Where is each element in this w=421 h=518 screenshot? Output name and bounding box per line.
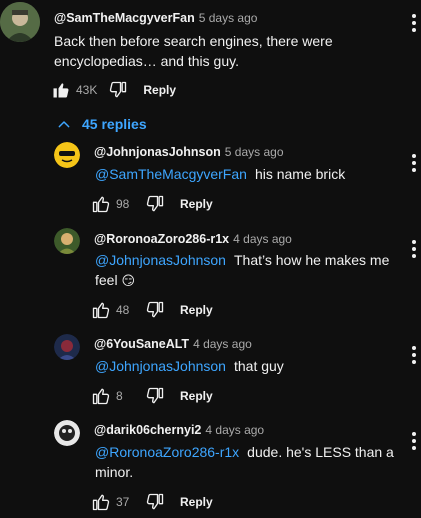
timestamp[interactable]: 4 days ago [193,337,252,351]
reply-button[interactable]: Reply [180,197,213,211]
author-line: @darik06chernyi2 4 days ago [94,423,264,437]
dislike-button[interactable] [144,385,166,407]
avatar[interactable] [54,228,80,254]
dislike-button[interactable] [144,491,166,513]
reply-button[interactable]: Reply [180,495,213,509]
author-name[interactable]: @SamTheMacgyverFan [54,11,195,25]
comment-text: Back then before search engines, there w… [54,33,333,69]
more-actions-icon[interactable] [409,238,419,260]
author-line: @RoronoaZoro286-r1x 4 days ago [94,232,292,246]
thumb-down-icon [146,387,164,404]
smirk-emoji: 😏 [121,273,136,288]
thumb-up-icon [92,196,110,213]
like-button[interactable] [90,385,112,407]
like-count: 37 [116,495,130,509]
more-actions-icon[interactable] [409,430,419,452]
avatar[interactable] [54,420,80,446]
author-name[interactable]: @RoronoaZoro286-r1x [94,232,229,246]
author-name[interactable]: @6YouSaneALT [94,337,189,351]
reply-comment: @6YouSaneALT 4 days ago @JohnjonasJohnson… [0,330,421,416]
comment-text: @SamTheMacgyverFan his name brick [95,164,395,184]
like-count: 48 [116,303,130,317]
reply-button[interactable]: Reply [143,83,176,97]
thumb-up-icon [92,388,110,405]
mention-link[interactable]: @JohnjonasJohnson [95,252,226,268]
thumb-down-icon [146,493,164,510]
reply-button[interactable]: Reply [180,389,213,403]
thumb-up-filled-icon [53,83,69,98]
like-count: 8 [116,389,123,403]
author-line: @JohnjonasJohnson 5 days ago [94,145,284,159]
thumb-down-icon [146,301,164,318]
more-actions-icon[interactable] [409,152,419,174]
top-comment: @SamTheMacgyverFan 5 days ago Back then b… [0,0,421,110]
thumb-up-icon [92,302,110,319]
avatar[interactable] [54,334,80,360]
replies-count-label: 45 replies [82,116,147,132]
author-line: @SamTheMacgyverFan 5 days ago [54,11,257,25]
like-count: 98 [116,197,130,211]
thumb-down-icon [146,195,164,212]
avatar[interactable] [0,2,40,42]
mention-link[interactable]: @JohnjonasJohnson [95,358,226,374]
dislike-button[interactable] [107,79,129,101]
timestamp[interactable]: 4 days ago [205,423,264,437]
reply-text: his name brick [254,166,346,182]
reply-button[interactable]: Reply [180,303,213,317]
timestamp[interactable]: 5 days ago [199,11,258,25]
like-count: 43K [76,83,98,97]
comment-text: @RoronoaZoro286-r1x dude. he's LESS than … [95,442,400,482]
avatar[interactable] [54,142,80,168]
chevron-up-icon [58,121,70,128]
reply-text: that guy [233,358,284,374]
more-actions-icon[interactable] [409,12,419,34]
like-button[interactable] [90,299,112,321]
comment-actions: 48 Reply [90,298,213,322]
reply-comment: @RoronoaZoro286-r1x 4 days ago @Johnjonas… [0,224,421,330]
comment-text: @JohnjonasJohnson that guy [95,356,395,376]
reply-comment: @JohnjonasJohnson 5 days ago @SamTheMacgy… [0,138,421,224]
comment-text: @JohnjonasJohnson That’s how he makes me … [95,250,400,291]
comment-actions: 37 Reply [90,490,213,514]
reply-comment: @darik06chernyi2 4 days ago @RoronoaZoro2… [0,416,421,518]
dislike-button[interactable] [144,193,166,215]
dislike-button[interactable] [144,299,166,321]
author-name[interactable]: @darik06chernyi2 [94,423,201,437]
mention-link[interactable]: @SamTheMacgyverFan [95,166,247,182]
more-actions-icon[interactable] [409,344,419,366]
timestamp[interactable]: 4 days ago [233,232,292,246]
thumb-down-icon [110,81,127,98]
author-line: @6YouSaneALT 4 days ago [94,337,252,351]
comment-actions: 43K Reply [50,78,176,102]
comment-actions: 98 Reply [90,192,213,216]
author-name[interactable]: @JohnjonasJohnson [94,145,221,159]
thumb-up-icon [92,494,110,511]
like-button[interactable] [50,79,72,101]
like-button[interactable] [90,193,112,215]
comment-actions: 8 Reply [90,384,213,408]
like-button[interactable] [90,491,112,513]
timestamp[interactable]: 5 days ago [225,145,284,159]
mention-link[interactable]: @RoronoaZoro286-r1x [95,444,239,460]
replies-toggle[interactable]: 45 replies [56,114,147,134]
